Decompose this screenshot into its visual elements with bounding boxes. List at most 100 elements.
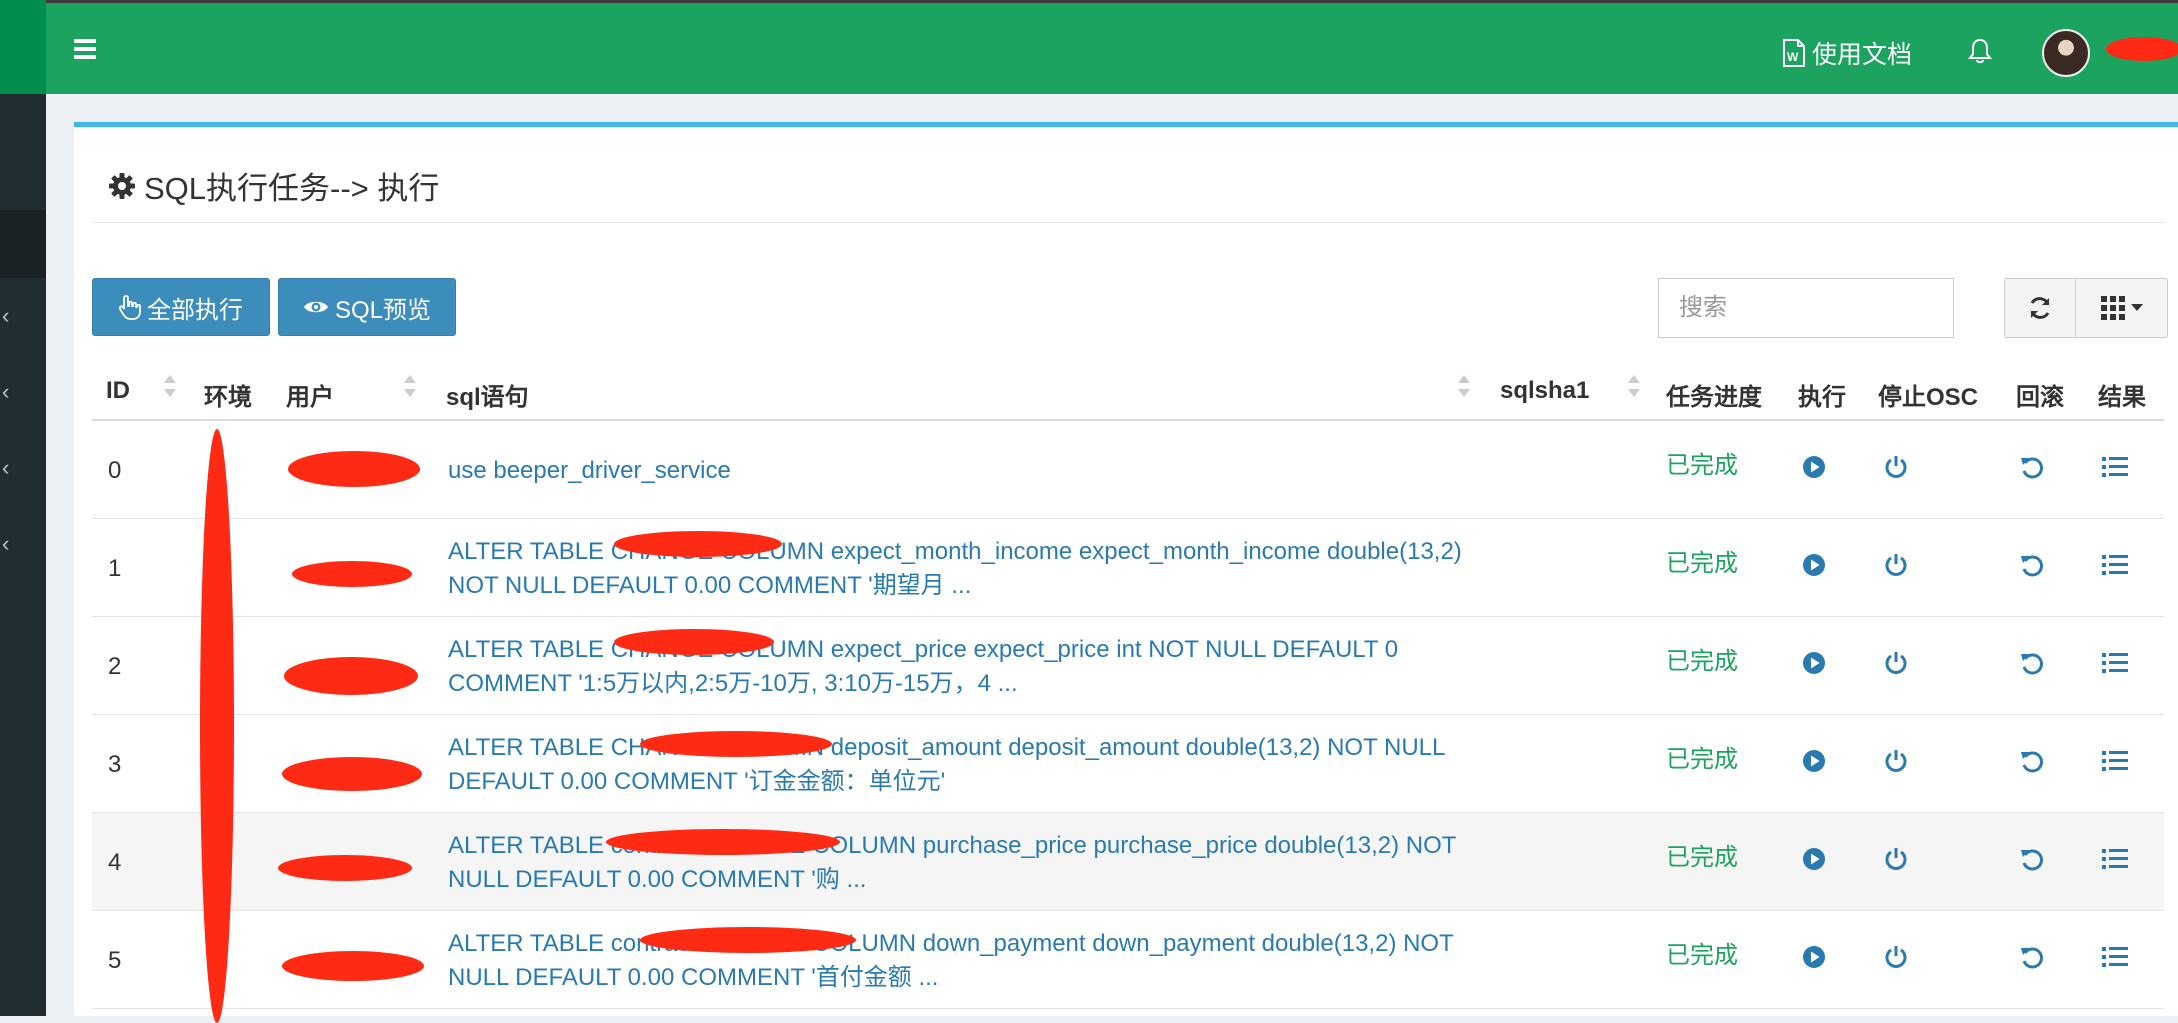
caret-down-icon [2130,304,2143,311]
row-status: 已完成 [1666,942,1738,969]
user-redaction [282,757,422,791]
sidebar-logo[interactable] [0,0,46,94]
undo-icon[interactable] [2020,945,2044,969]
undo-icon[interactable] [2020,847,2044,871]
eye-icon [303,301,328,313]
row-id: 3 [108,751,122,778]
sql-redaction [614,629,774,655]
title-divider [92,222,2166,223]
row-status: 已完成 [1666,452,1738,479]
th-id[interactable]: ID [106,377,130,405]
sidebar-chevron-icon[interactable]: ‹ [2,379,9,405]
play-circle-icon[interactable] [1802,455,1826,479]
row-sql-link[interactable]: use beeper_driver_service [448,454,1468,488]
list-icon[interactable] [2102,847,2128,871]
search-input[interactable] [1658,278,1954,338]
undo-icon[interactable] [2020,651,2044,675]
execute-all-label: 全部执行 [147,296,243,324]
sql-redaction [640,731,832,757]
play-circle-icon[interactable] [1802,651,1826,675]
th-execute: 执行 [1798,384,1846,411]
hand-pointer-icon [119,295,141,320]
refresh-button[interactable] [2004,278,2076,338]
execute-all-button[interactable]: 全部执行 [92,278,270,336]
power-icon[interactable] [1884,553,1908,577]
row-status: 已完成 [1666,550,1738,577]
power-icon[interactable] [1884,455,1908,479]
top-header: W 使用文档 [46,0,2178,94]
row-id: 5 [108,947,122,974]
sidebar-chevron-icon[interactable]: ‹ [2,531,9,557]
content-box: SQL执行任务--> 执行 全部执行 SQL预览 搜索 ID 环境 用户 sql… [74,122,2178,1023]
sidebar-active-item[interactable] [0,210,46,278]
power-icon[interactable] [1884,847,1908,871]
list-icon[interactable] [2102,553,2128,577]
th-sqlsha1[interactable]: sqlsha1 [1500,377,1589,405]
table-header: ID 环境 用户 sql语句 sqlsha1 任务进度 执行 停止OSC 回滚 … [92,363,2164,421]
docs-link-label: 使用文档 [1811,41,1912,69]
row-sql-link[interactable]: ALTER TABLE contract CHANGE COLUMN down_… [448,927,1468,995]
th-user[interactable]: 用户 [286,377,334,412]
table-row: 2 ALTER TABLE CHANGE COLUMN expect_price… [92,617,2164,715]
sort-icon[interactable] [404,375,416,403]
undo-icon[interactable] [2020,455,2044,479]
sidebar-chevron-icon[interactable]: ‹ [2,303,9,329]
undo-icon[interactable] [2020,553,2044,577]
power-icon[interactable] [1884,945,1908,969]
list-icon[interactable] [2102,651,2128,675]
play-circle-icon[interactable] [1802,553,1826,577]
table-row: 4 ALTER TABLE contract CHANGE COLUMN pur… [92,813,2164,911]
user-redaction [288,451,420,487]
user-name-redacted[interactable] [2098,31,2178,67]
row-id: 4 [108,849,122,876]
undo-icon[interactable] [2020,749,2044,773]
list-icon[interactable] [2102,455,2128,479]
th-env[interactable]: 环境 [204,377,252,412]
sort-icon[interactable] [1458,375,1470,403]
svg-text:W: W [1787,50,1799,64]
row-sql-link[interactable]: ALTER TABLE CHANGE COLUMN expect_month_i… [448,535,1468,603]
row-status: 已完成 [1666,648,1738,675]
avatar[interactable] [2042,29,2090,77]
th-sql[interactable]: sql语句 [446,377,529,412]
env-column-redaction [200,429,234,1023]
sql-preview-button[interactable]: SQL预览 [278,278,456,336]
power-icon[interactable] [1884,749,1908,773]
th-stop-osc: 停止OSC [1878,384,1979,411]
hamburger-icon[interactable] [74,39,96,63]
gear-icon [109,172,135,199]
list-icon[interactable] [2102,945,2128,969]
row-sql-link[interactable]: ALTER TABLE contract CHANGE COLUMN purch… [448,829,1468,897]
user-redaction [278,855,412,881]
word-file-icon: W [1782,39,1805,67]
bell-icon[interactable] [1968,37,1992,65]
user-redaction [284,657,418,695]
row-id: 2 [108,653,122,680]
sql-redaction [640,927,856,953]
sidebar: ‹ ‹ ‹ ‹ [0,0,46,1016]
page-title-text: SQL执行任务--> 执行 [144,171,440,206]
list-icon[interactable] [2102,749,2128,773]
docs-link[interactable]: W 使用文档 [1782,35,1912,71]
play-circle-icon[interactable] [1802,945,1826,969]
sql-redaction [614,531,782,557]
grid-icon [2100,296,2125,320]
sql-redaction [606,829,840,855]
sidebar-chevron-icon[interactable]: ‹ [2,455,9,481]
play-circle-icon[interactable] [1802,749,1826,773]
th-rollback: 回滚 [2016,384,2064,411]
sort-icon[interactable] [1628,375,1640,403]
row-status: 已完成 [1666,844,1738,871]
row-id: 1 [108,555,122,582]
table-row: 3 ALTER TABLE CHANGE COLUMN deposit_amou… [92,715,2164,813]
columns-toggle-button[interactable] [2075,278,2168,338]
table-row: 5 ALTER TABLE contract CHANGE COLUMN dow… [92,911,2164,1009]
play-circle-icon[interactable] [1802,847,1826,871]
row-sql-link[interactable]: ALTER TABLE CHANGE COLUMN deposit_amount… [448,731,1468,799]
row-sql-link[interactable]: ALTER TABLE CHANGE COLUMN expect_price e… [448,633,1468,701]
sql-preview-label: SQL预览 [334,296,432,324]
th-result: 结果 [2098,384,2146,411]
power-icon[interactable] [1884,651,1908,675]
sort-icon[interactable] [164,375,176,403]
user-redaction [282,951,424,981]
